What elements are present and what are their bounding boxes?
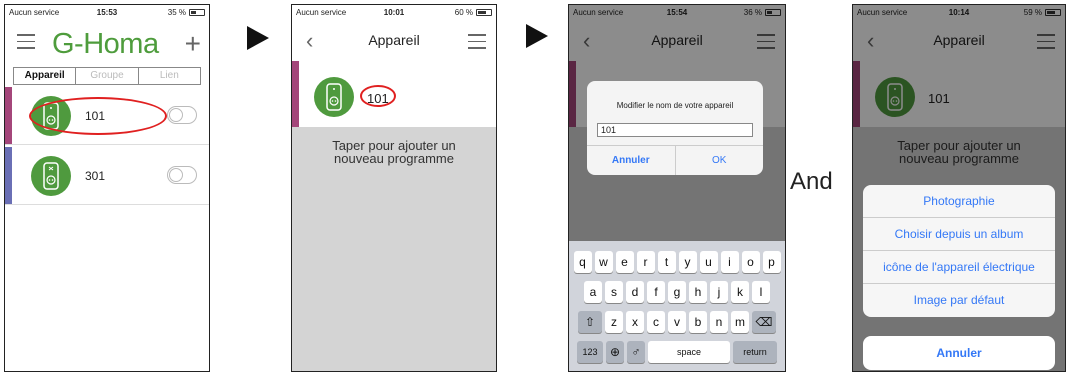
- add-program-hint: Taper pour ajouter un nouveau programme: [292, 139, 496, 165]
- device-color-stripe: [5, 147, 12, 204]
- key[interactable]: o: [741, 251, 760, 273]
- key[interactable]: f: [647, 281, 665, 303]
- key[interactable]: p: [762, 251, 781, 273]
- program-area[interactable]: Taper pour ajouter un nouveau programme: [292, 127, 496, 371]
- ok-button[interactable]: OK: [676, 146, 764, 175]
- tab-bar: Appareil Groupe Lien: [13, 67, 201, 85]
- status-bar: Aucun service 10:01 60 %: [292, 5, 496, 20]
- action-sheet: Photographie Choisir depuis un album icô…: [863, 185, 1055, 317]
- device-name: 301: [85, 169, 106, 183]
- key[interactable]: k: [731, 281, 749, 303]
- space-key[interactable]: space: [648, 341, 730, 363]
- add-device-button[interactable]: +: [185, 28, 201, 60]
- device-row[interactable]: 301: [5, 147, 209, 205]
- key[interactable]: x: [626, 311, 644, 333]
- tab-appareil[interactable]: Appareil: [14, 68, 75, 84]
- key[interactable]: y: [678, 251, 697, 273]
- phone-screen-rename-dialog: Aucun service 15:54 36 % ‹ Appareil Modi…: [568, 4, 786, 372]
- power-toggle[interactable]: [167, 106, 197, 124]
- keyboard: q w e r t y u i o p a s d f g h j k l ⇧ …: [569, 241, 785, 371]
- smart-plug-icon[interactable]: [31, 156, 71, 196]
- key[interactable]: i: [720, 251, 739, 273]
- key[interactable]: u: [699, 251, 718, 273]
- cancel-button[interactable]: Annuler: [587, 146, 676, 175]
- key[interactable]: c: [647, 311, 665, 333]
- keyboard-row: 123 ⊕ ♂ space return: [569, 341, 785, 363]
- battery-icon: [476, 9, 492, 16]
- dialog-message: Modifier le nom de votre appareil: [616, 101, 734, 110]
- highlight-circle: [29, 97, 167, 135]
- and-label: And: [790, 168, 833, 195]
- key[interactable]: n: [710, 311, 728, 333]
- menu-icon[interactable]: [17, 34, 35, 54]
- phone-screen-device-list: Aucun service 15:53 35 % G-Homa + Appare…: [4, 4, 210, 372]
- menu-icon[interactable]: [468, 34, 486, 54]
- keyboard-row: a s d f g h j k l: [569, 281, 785, 303]
- next-step-arrow: [526, 24, 548, 48]
- smart-plug-icon[interactable]: [314, 77, 354, 117]
- rename-dialog: Modifier le nom de votre appareil 101 An…: [587, 81, 763, 175]
- key[interactable]: t: [657, 251, 676, 273]
- cancel-button[interactable]: Annuler: [863, 336, 1055, 370]
- key[interactable]: h: [689, 281, 707, 303]
- option-default-image[interactable]: Image par défaut: [863, 284, 1055, 317]
- phone-screen-device-detail: Aucun service 10:01 60 % ‹ Appareil 101 …: [291, 4, 497, 372]
- tab-lien[interactable]: Lien: [137, 68, 200, 84]
- backspace-icon[interactable]: ⌫: [752, 311, 776, 333]
- key[interactable]: l: [752, 281, 770, 303]
- device-header: 101: [292, 61, 496, 127]
- key[interactable]: a: [584, 281, 602, 303]
- device-color-stripe: [5, 87, 12, 144]
- battery-percent: 60 %: [454, 8, 473, 17]
- microphone-icon[interactable]: ♂: [627, 341, 645, 363]
- key[interactable]: w: [594, 251, 613, 273]
- page-title: Appareil: [368, 32, 420, 48]
- option-photo[interactable]: Photographie: [863, 185, 1055, 218]
- key[interactable]: r: [636, 251, 655, 273]
- return-key[interactable]: return: [733, 341, 777, 363]
- hint-line: nouveau programme: [334, 151, 454, 166]
- option-album[interactable]: Choisir depuis un album: [863, 218, 1055, 251]
- highlight-circle: [360, 85, 396, 107]
- nav-bar: ‹ Appareil: [292, 20, 496, 60]
- phone-screen-icon-picker: Aucun service 10:14 59 % ‹ Appareil 101 …: [852, 4, 1066, 372]
- dialog-buttons: Annuler OK: [587, 145, 763, 175]
- status-bar: Aucun service 15:53 35 %: [5, 5, 209, 20]
- key[interactable]: z: [605, 311, 623, 333]
- key[interactable]: q: [573, 251, 592, 273]
- key[interactable]: g: [668, 281, 686, 303]
- power-toggle[interactable]: [167, 166, 197, 184]
- key[interactable]: d: [626, 281, 644, 303]
- numbers-key[interactable]: 123: [577, 341, 603, 363]
- app-header: G-Homa +: [5, 20, 209, 66]
- key[interactable]: m: [731, 311, 749, 333]
- brand-logo: G-Homa: [52, 28, 159, 60]
- battery-indicator: 60 %: [455, 5, 492, 20]
- key[interactable]: j: [710, 281, 728, 303]
- globe-icon[interactable]: ⊕: [606, 341, 624, 363]
- battery-percent: 35 %: [167, 8, 186, 17]
- option-appliance-icon[interactable]: icône de l'appareil électrique: [863, 251, 1055, 284]
- battery-indicator: 35 %: [168, 5, 205, 20]
- key[interactable]: b: [689, 311, 707, 333]
- next-step-arrow: [247, 26, 269, 50]
- tab-groupe[interactable]: Groupe: [75, 68, 137, 84]
- key[interactable]: v: [668, 311, 686, 333]
- device-color-stripe: [292, 61, 299, 127]
- keyboard-row: ⇧ z x c v b n m ⌫: [569, 311, 785, 333]
- battery-icon: [189, 9, 205, 16]
- shift-icon[interactable]: ⇧: [578, 311, 602, 333]
- device-name-input[interactable]: 101: [597, 123, 753, 137]
- key[interactable]: e: [615, 251, 634, 273]
- key[interactable]: s: [605, 281, 623, 303]
- keyboard-row: q w e r t y u i o p: [569, 251, 785, 273]
